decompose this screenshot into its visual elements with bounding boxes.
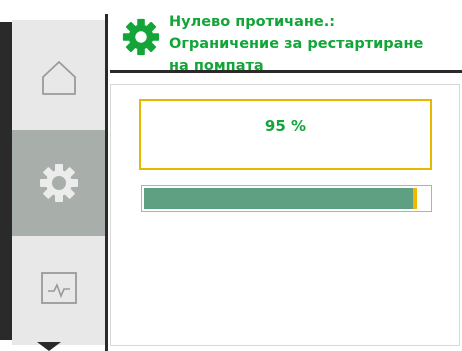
value-progress-bar[interactable] xyxy=(141,185,432,212)
progress-handle[interactable] xyxy=(413,188,417,209)
sidebar-item-diagnostics[interactable] xyxy=(12,238,105,338)
monitor-icon xyxy=(40,272,77,304)
sidebar-divider xyxy=(105,14,108,351)
title-line-2: Ограничение за рестартиране xyxy=(169,36,424,52)
value-field[interactable]: 95 % xyxy=(139,99,432,170)
scroll-down-arrow-icon[interactable] xyxy=(37,342,61,351)
value-display: 95 % xyxy=(264,117,307,135)
title-line-1: Нулево протичане.: xyxy=(169,14,336,30)
progress-fill xyxy=(144,188,415,209)
gear-icon xyxy=(39,164,78,202)
sidebar-item-settings[interactable] xyxy=(12,130,105,236)
sidebar-item-home[interactable] xyxy=(12,28,105,128)
page-title: Нулево протичане.: Ограничение за рестар… xyxy=(169,11,459,77)
home-icon xyxy=(41,61,76,95)
sidebar-edge xyxy=(0,22,12,340)
header-gear-icon xyxy=(122,18,160,56)
